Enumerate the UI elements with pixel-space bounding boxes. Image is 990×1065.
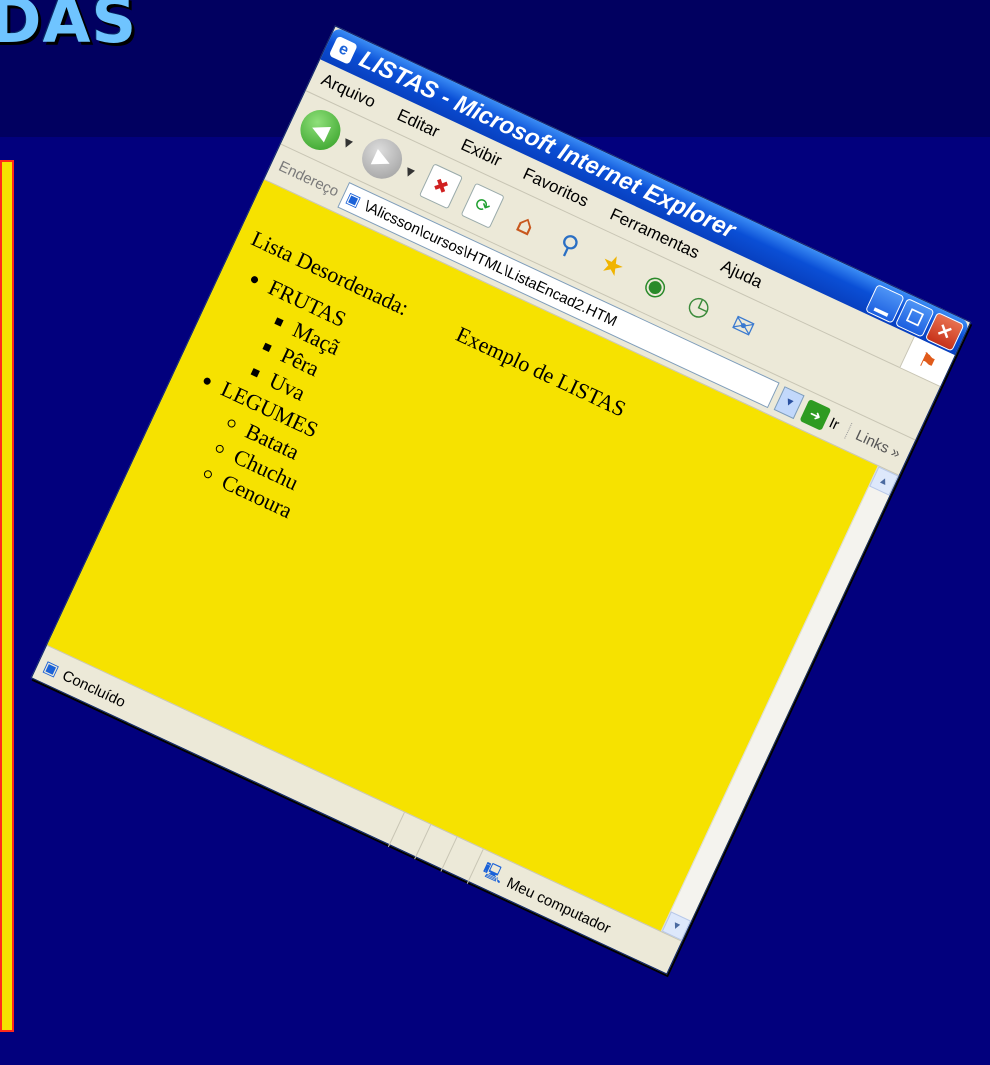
forward-dropdown-icon[interactable]: ▼ <box>403 164 416 179</box>
back-dropdown-icon[interactable]: ▼ <box>341 135 354 150</box>
go-button[interactable]: ➜ Ir <box>799 399 844 436</box>
vertical-scrollbar[interactable]: ▲ ▼ <box>660 465 899 941</box>
favorites-button[interactable]: ★ <box>590 243 635 288</box>
address-dropdown-button[interactable]: ▼ <box>773 386 805 420</box>
media-button[interactable]: ◉ <box>633 264 678 309</box>
stop-button[interactable]: ✖ <box>418 163 464 210</box>
slide-left-panel <box>0 160 14 1032</box>
mail-button[interactable]: ✉ <box>720 304 765 349</box>
home-button[interactable]: ⌂ <box>503 203 548 248</box>
refresh-button[interactable]: ⟳ <box>460 182 505 229</box>
browser-window: e LISTAS - Microsoft Internet Explorer ▁… <box>30 25 972 976</box>
go-label: Ir <box>826 414 843 434</box>
forward-button[interactable]: ▶ <box>355 132 410 186</box>
unordered-list: FRUTAS Maçã Pêra Uva LEGUMES Batata Chuc… <box>163 265 380 525</box>
slide-title: DAS <box>0 0 138 57</box>
page-done-icon: ▣ <box>40 658 62 681</box>
back-button[interactable]: ◀ <box>293 103 348 157</box>
search-button[interactable]: ⚲ <box>546 223 591 268</box>
history-button[interactable]: ◷ <box>677 284 722 329</box>
computer-icon: 🖳 <box>480 860 507 885</box>
ie-logo-icon: e <box>328 35 358 65</box>
